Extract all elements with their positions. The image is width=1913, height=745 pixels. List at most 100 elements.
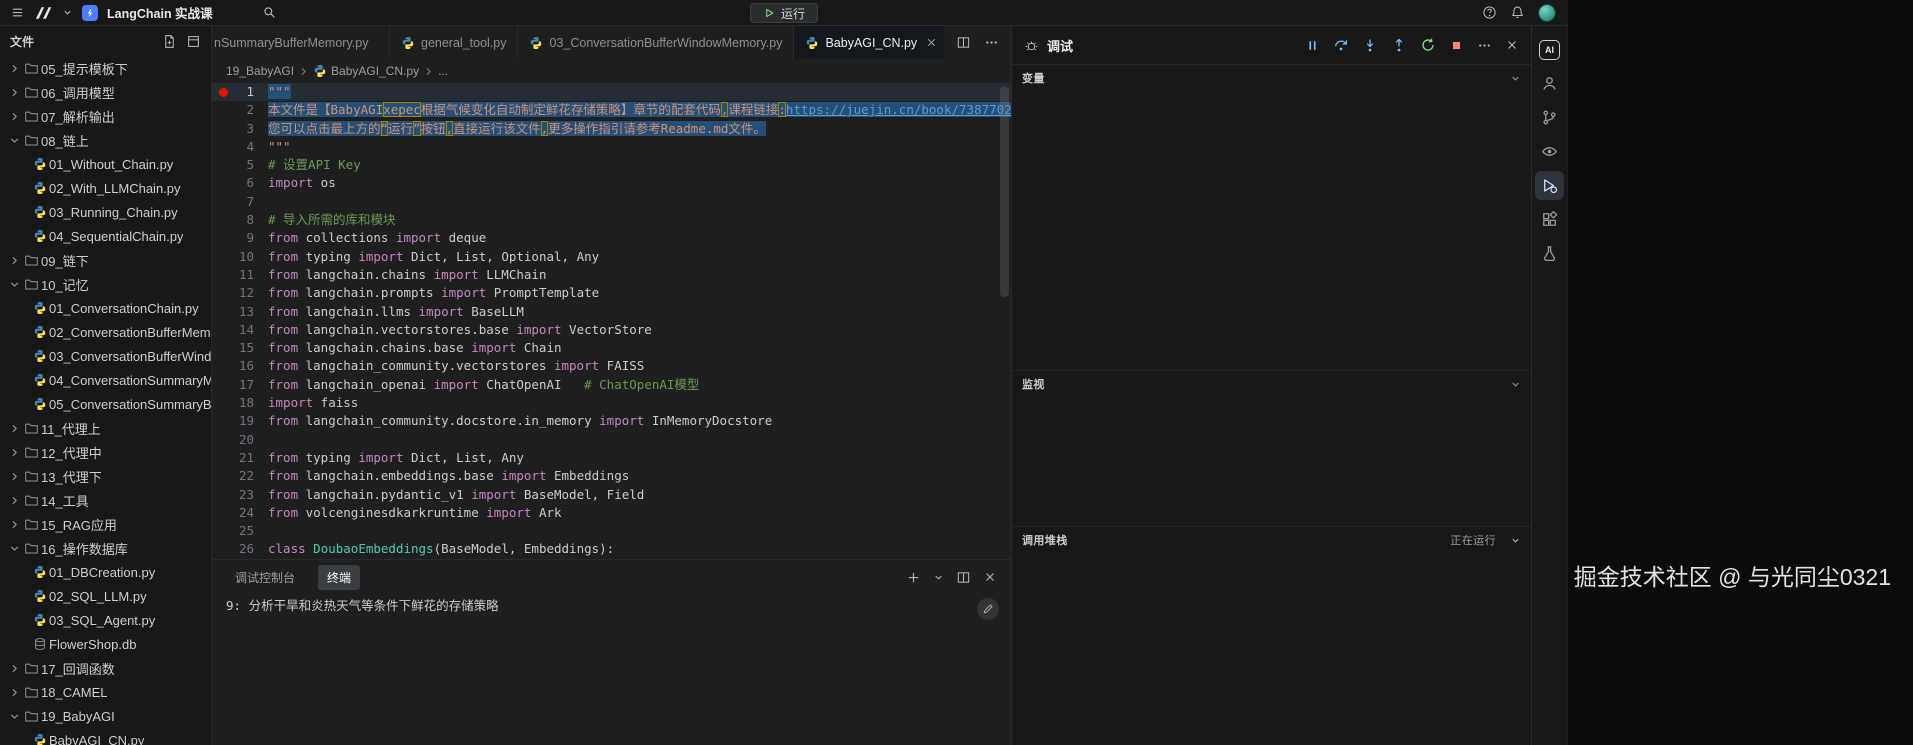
breadcrumb-item[interactable]: 19_BabyAGI	[226, 64, 294, 78]
close-panel-icon[interactable]	[983, 570, 997, 584]
line-number-gutter[interactable]: 10	[212, 248, 268, 266]
watch-header[interactable]: 监视	[1012, 371, 1531, 397]
editor-tab[interactable]: nSummaryBufferMemory.py	[212, 26, 390, 59]
line-number-gutter[interactable]: 5	[212, 156, 268, 174]
code-line[interactable]: 20	[212, 431, 1011, 449]
tree-item[interactable]: 03_Running_Chain.py	[0, 200, 211, 224]
line-number-gutter[interactable]: 25	[212, 522, 268, 540]
app-logo[interactable]	[34, 6, 53, 20]
tree-item[interactable]: 17_回调函数	[0, 656, 211, 680]
stop-icon[interactable]	[1449, 38, 1464, 53]
scrollbar-thumb[interactable]	[1000, 87, 1009, 297]
code-line[interactable]: 21from typing import Dict, List, Any	[212, 449, 1011, 467]
step-out-icon[interactable]	[1391, 37, 1407, 53]
code-line[interactable]: 2本文件是【BabyAGIхерес根据气候变化自动制定鲜花存储策略】章节的配套…	[212, 101, 1011, 119]
collapse-explorer-icon[interactable]	[186, 34, 201, 49]
code-line[interactable]: 24from volcenginesdkarkruntime import Ar…	[212, 504, 1011, 522]
line-number-gutter[interactable]: 12	[212, 284, 268, 302]
tree-item[interactable]: 19_BabyAGI	[0, 704, 211, 728]
code-line[interactable]: 3您可以点击最上方的“运行”按钮,直接运行该文件,更多操作指引请参考Readme…	[212, 120, 1011, 138]
tree-item[interactable]: 05_提示模板下	[0, 56, 211, 80]
run-debug-icon[interactable]	[1535, 171, 1564, 200]
tree-item[interactable]: 11_代理上	[0, 416, 211, 440]
tree-item[interactable]: 01_ConversationChain.py	[0, 296, 211, 320]
code-line[interactable]: 8# 导入所需的库和模块	[212, 211, 1011, 229]
call-stack-header[interactable]: 调用堆栈 正在运行	[1012, 527, 1531, 553]
tree-item[interactable]: 09_链下	[0, 248, 211, 272]
code-line[interactable]: 16from langchain_community.vectorstores …	[212, 357, 1011, 375]
line-number-gutter[interactable]: 13	[212, 303, 268, 321]
code-line[interactable]: 7	[212, 193, 1011, 211]
chevron-down-icon[interactable]	[933, 572, 944, 583]
tab-terminal[interactable]: 终端	[318, 565, 360, 590]
code-line[interactable]: 25	[212, 522, 1011, 540]
line-number-gutter[interactable]: 22	[212, 467, 268, 485]
line-number-gutter[interactable]: 18	[212, 394, 268, 412]
code-line[interactable]: 18import faiss	[212, 394, 1011, 412]
avatar[interactable]	[1538, 4, 1556, 22]
extensions-icon[interactable]	[1535, 205, 1564, 234]
line-number-gutter[interactable]: 1	[212, 83, 268, 101]
tree-item[interactable]: 01_Without_Chain.py	[0, 152, 211, 176]
line-number-gutter[interactable]: 26	[212, 540, 268, 558]
code-line[interactable]: 5# 设置API Key	[212, 156, 1011, 174]
editor-scrollbar[interactable]	[1000, 87, 1009, 555]
close-icon[interactable]	[925, 36, 938, 49]
code-line[interactable]: 22from langchain.embeddings.base import …	[212, 467, 1011, 485]
line-number-gutter[interactable]: 7	[212, 193, 268, 211]
workspace-name[interactable]: LangChain 实战课	[107, 3, 213, 22]
tree-item[interactable]: 03_ConversationBufferWindo...	[0, 344, 211, 368]
tree-item[interactable]: FlowerShop.db	[0, 632, 211, 656]
code-line[interactable]: 4"""	[212, 138, 1011, 156]
tree-item[interactable]: 04_SequentialChain.py	[0, 224, 211, 248]
line-number-gutter[interactable]: 21	[212, 449, 268, 467]
ai-assistant-icon[interactable]: AI	[1535, 35, 1564, 64]
restart-icon[interactable]	[1420, 37, 1436, 53]
code-line[interactable]: 26class DoubaoEmbeddings(BaseModel, Embe…	[212, 540, 1011, 558]
line-number-gutter[interactable]: 8	[212, 211, 268, 229]
chevron-down-icon[interactable]	[1510, 379, 1521, 390]
code-line[interactable]: 17from langchain_openai import ChatOpenA…	[212, 376, 1011, 394]
step-into-icon[interactable]	[1362, 37, 1378, 53]
tree-item[interactable]: 08_链上	[0, 128, 211, 152]
help-icon[interactable]	[1482, 5, 1497, 20]
tree-item[interactable]: 13_代理下	[0, 464, 211, 488]
tree-item[interactable]: 04_ConversationSummaryMe...	[0, 368, 211, 392]
line-number-gutter[interactable]: 16	[212, 357, 268, 375]
preview-icon[interactable]	[1535, 137, 1564, 166]
add-terminal-icon[interactable]	[906, 570, 921, 585]
notifications-icon[interactable]	[1510, 5, 1525, 20]
editor-tab[interactable]: 03_ConversationBufferWindowMemory.py	[518, 26, 794, 59]
chevron-down-icon[interactable]	[62, 7, 73, 18]
tree-item[interactable]: 12_代理中	[0, 440, 211, 464]
line-number-gutter[interactable]: 17	[212, 376, 268, 394]
line-number-gutter[interactable]: 6	[212, 174, 268, 192]
tree-item[interactable]: 02_With_LLMChain.py	[0, 176, 211, 200]
close-icon[interactable]	[1505, 38, 1519, 52]
line-number-gutter[interactable]: 23	[212, 486, 268, 504]
editor-tab[interactable]: general_tool.py	[390, 26, 518, 59]
line-number-gutter[interactable]: 9	[212, 229, 268, 247]
code-line[interactable]: 6import os	[212, 174, 1011, 192]
line-number-gutter[interactable]: 24	[212, 504, 268, 522]
line-number-gutter[interactable]: 14	[212, 321, 268, 339]
breakpoint-icon[interactable]	[219, 88, 228, 97]
line-number-gutter[interactable]: 2	[212, 101, 268, 119]
code-line[interactable]: 13from langchain.llms import BaseLLM	[212, 303, 1011, 321]
more-icon[interactable]	[984, 35, 999, 50]
terminal-output[interactable]: 9: 分析干旱和炎热天气等条件下鲜花的存储策略	[212, 594, 1011, 745]
tree-item[interactable]: 02_ConversationBufferMemor...	[0, 320, 211, 344]
line-number-gutter[interactable]: 20	[212, 431, 268, 449]
code-line[interactable]: 1"""	[212, 83, 1011, 101]
code-line[interactable]: 23from langchain.pydantic_v1 import Base…	[212, 486, 1011, 504]
code-editor[interactable]: 1"""2本文件是【BabyAGIхерес根据气候变化自动制定鲜花存储策略】章…	[212, 83, 1011, 559]
search-icon[interactable]	[262, 5, 277, 20]
more-icon[interactable]	[1477, 38, 1492, 53]
tree-item[interactable]: 18_CAMEL	[0, 680, 211, 704]
line-number-gutter[interactable]: 4	[212, 138, 268, 156]
pause-icon[interactable]	[1305, 38, 1320, 53]
line-number-gutter[interactable]: 19	[212, 412, 268, 430]
line-number-gutter[interactable]: 3	[212, 120, 268, 138]
breadcrumb-item[interactable]: BabyAGI_CN.py	[313, 64, 419, 78]
variables-header[interactable]: 变量	[1012, 65, 1531, 91]
